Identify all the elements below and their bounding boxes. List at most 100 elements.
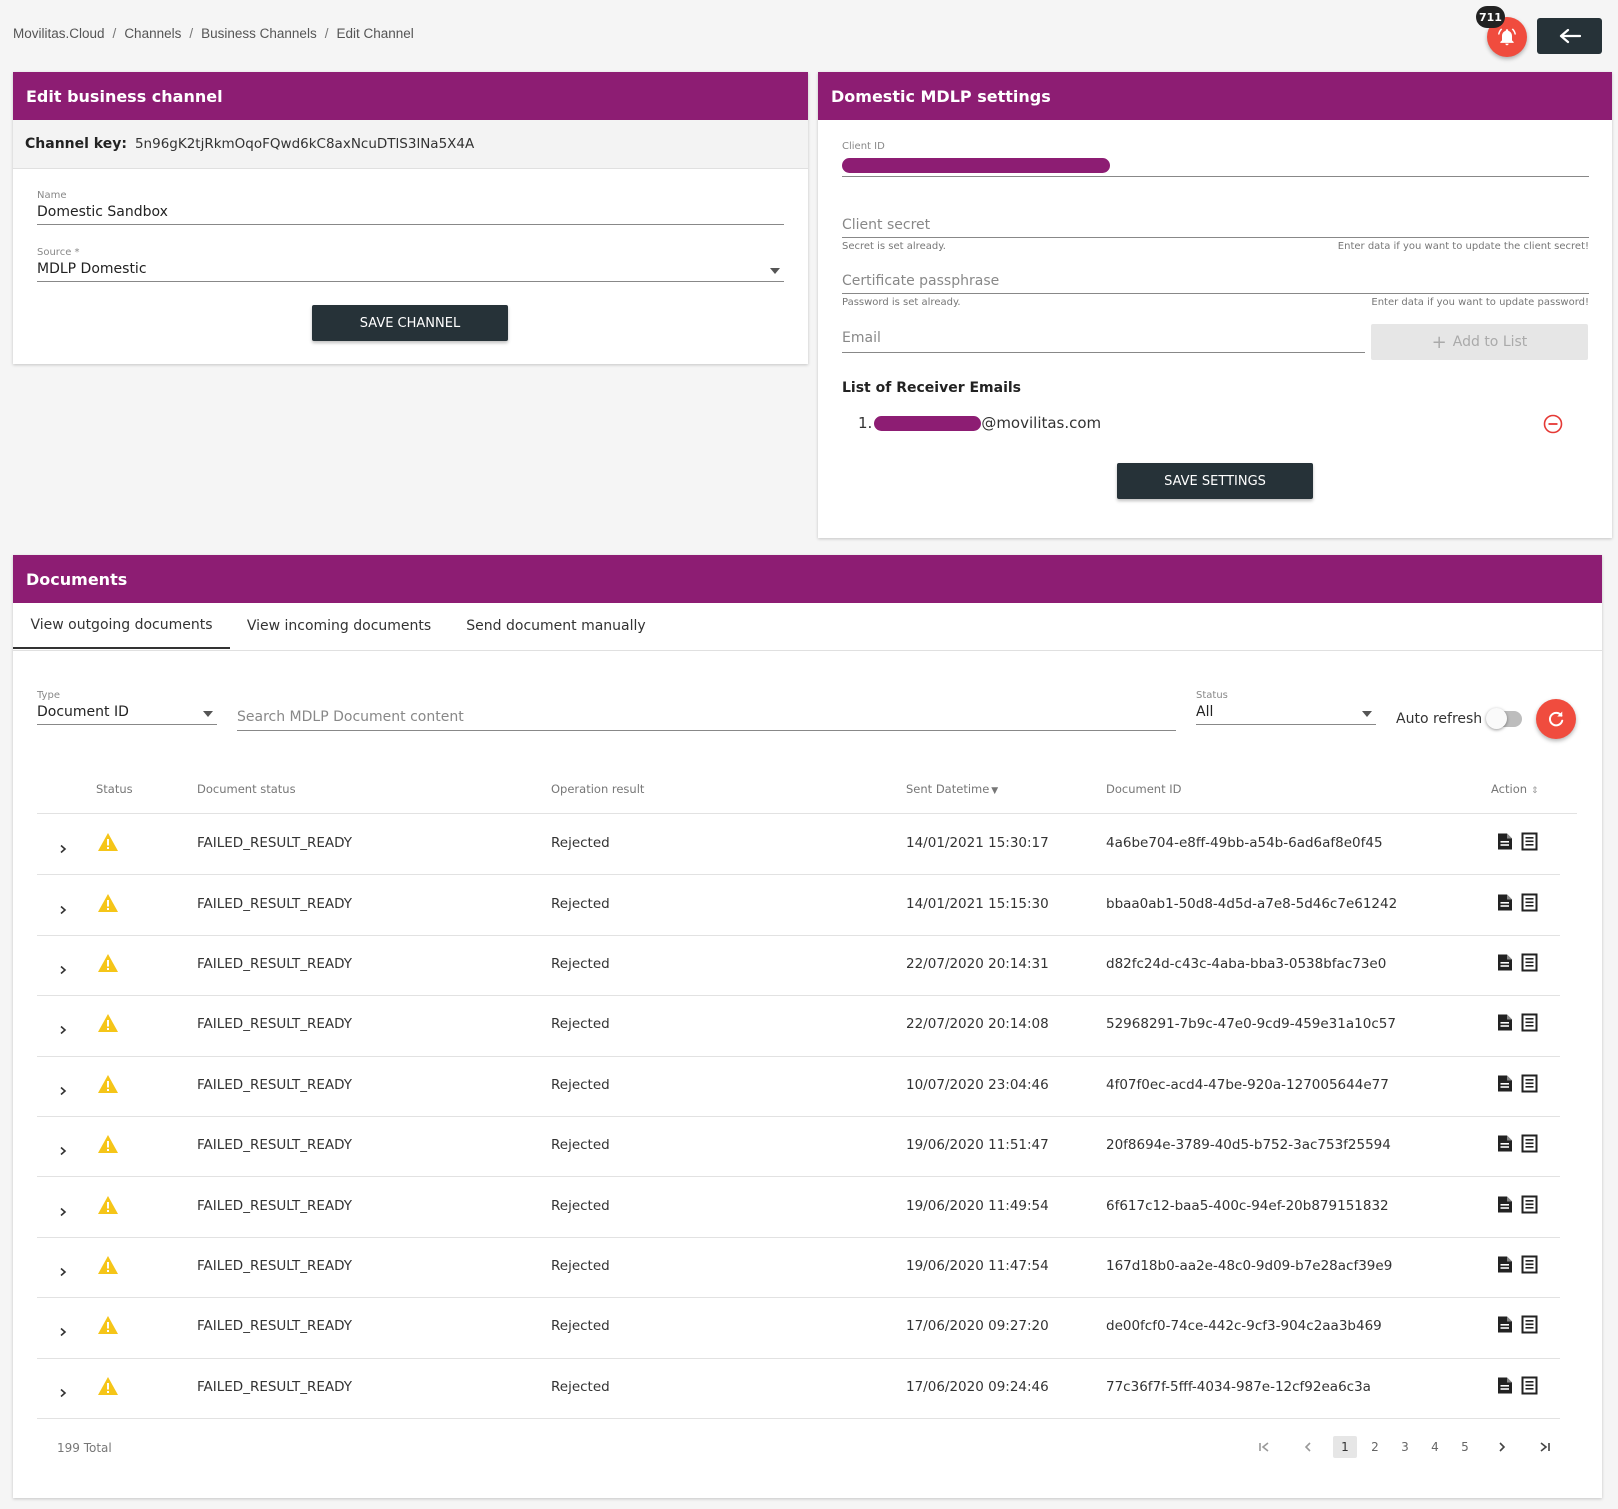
- chevron-right-icon[interactable]: [59, 1202, 67, 1216]
- document-status-cell: FAILED_RESULT_READY: [197, 1137, 353, 1154]
- sent-datetime-cell: 22/07/2020 20:14:08: [906, 1016, 1049, 1033]
- page-2[interactable]: 2: [1363, 1436, 1387, 1458]
- next-page-button[interactable]: [1490, 1436, 1514, 1458]
- client-id-input[interactable]: [842, 152, 1589, 177]
- back-button[interactable]: [1537, 18, 1602, 54]
- column-document-id[interactable]: Document ID: [1106, 782, 1181, 796]
- receiver-emails-title: List of Receiver Emails: [842, 380, 1021, 396]
- receipt-icon[interactable]: [1521, 953, 1538, 972]
- column-action[interactable]: Action ⇕: [1491, 782, 1539, 796]
- receipt-icon[interactable]: [1521, 1134, 1538, 1153]
- document-icon[interactable]: [1497, 1255, 1513, 1274]
- email-input[interactable]: Email: [842, 328, 1365, 353]
- document-icon[interactable]: [1497, 953, 1513, 972]
- warning-icon: [97, 893, 119, 913]
- status-filter[interactable]: Status All: [1196, 690, 1376, 725]
- type-select[interactable]: Document ID: [37, 701, 217, 725]
- client-id-field[interactable]: Client ID: [842, 141, 1589, 183]
- type-filter[interactable]: Type Document ID: [37, 690, 217, 725]
- document-icon[interactable]: [1497, 1195, 1513, 1214]
- document-icon[interactable]: [1497, 1315, 1513, 1334]
- receipt-icon[interactable]: [1521, 1376, 1538, 1395]
- document-icon[interactable]: [1497, 1074, 1513, 1093]
- breadcrumb-movilitas[interactable]: Movilitas.Cloud: [13, 26, 105, 41]
- page-1[interactable]: 1: [1333, 1436, 1357, 1458]
- operation-result-cell: Rejected: [551, 1378, 610, 1395]
- receipt-icon[interactable]: [1521, 1315, 1538, 1334]
- table-header-divider: [37, 813, 1577, 814]
- column-operation-result[interactable]: Operation result: [551, 782, 644, 796]
- notifications-button[interactable]: 711: [1476, 6, 1529, 59]
- document-id-cell: de00fcf0-74ce-442c-9cf3-904c2aa3b469: [1106, 1318, 1382, 1335]
- source-select[interactable]: MDLP Domestic: [37, 258, 784, 282]
- column-document-status[interactable]: Document status: [197, 782, 296, 796]
- client-secret-field[interactable]: Client secret Secret is set already. Ent…: [842, 215, 1589, 252]
- page-5[interactable]: 5: [1453, 1436, 1477, 1458]
- chevron-right-icon[interactable]: [59, 1020, 67, 1035]
- breadcrumb-separator: /: [189, 26, 194, 41]
- receipt-icon[interactable]: [1521, 1074, 1538, 1093]
- edit-channel-card: Edit business channel Channel key: 5n96g…: [13, 72, 808, 364]
- tab-send-document-manually[interactable]: Send document manually: [458, 603, 654, 649]
- chevron-left-icon: [1304, 1442, 1311, 1452]
- sent-datetime-cell: 14/01/2021 15:30:17: [906, 835, 1049, 852]
- first-page-icon: [1259, 1442, 1269, 1452]
- chevron-right-icon[interactable]: [59, 1141, 67, 1156]
- document-id-cell: 6f617c12-baa5-400c-94ef-20b879151832: [1106, 1197, 1389, 1214]
- document-icon[interactable]: [1497, 1134, 1513, 1153]
- sort-icon: ⇕: [1531, 786, 1539, 796]
- document-icon[interactable]: [1497, 1376, 1513, 1395]
- receipt-icon[interactable]: [1521, 1255, 1538, 1274]
- chevron-right-icon[interactable]: [59, 1322, 67, 1337]
- chevron-right-icon[interactable]: [59, 900, 67, 914]
- chevron-right-icon[interactable]: [59, 960, 67, 975]
- name-input[interactable]: Domestic Sandbox: [37, 201, 784, 225]
- page-4[interactable]: 4: [1423, 1436, 1447, 1458]
- chevron-right-icon[interactable]: [59, 1262, 67, 1277]
- receipt-icon[interactable]: [1521, 1013, 1538, 1032]
- arrow-left-icon: [1559, 28, 1581, 44]
- status-select[interactable]: All: [1196, 701, 1376, 725]
- chevron-right-icon[interactable]: [59, 1081, 67, 1095]
- receipt-icon[interactable]: [1521, 893, 1538, 912]
- warning-icon: [97, 1134, 119, 1154]
- document-icon[interactable]: [1497, 832, 1513, 851]
- last-page-button[interactable]: [1533, 1436, 1557, 1458]
- search-document-input[interactable]: Search MDLP Document content: [237, 707, 1176, 731]
- minus-circle-icon[interactable]: [1543, 414, 1563, 434]
- auto-refresh-toggle[interactable]: [1486, 708, 1522, 729]
- operation-result-cell: Rejected: [551, 1137, 610, 1154]
- receipt-icon[interactable]: [1521, 1195, 1538, 1214]
- save-settings-button[interactable]: SAVE SETTINGS: [1117, 463, 1313, 499]
- column-action-label: Action: [1491, 782, 1528, 796]
- cert-passphrase-input[interactable]: Certificate passphrase: [842, 271, 1589, 294]
- name-label: Name: [37, 190, 67, 201]
- source-field[interactable]: Source * MDLP Domestic: [37, 247, 784, 289]
- column-status[interactable]: Status: [96, 782, 133, 796]
- refresh-icon: [1548, 711, 1564, 727]
- tabs-divider: [13, 650, 1602, 651]
- first-page-button[interactable]: [1252, 1436, 1276, 1458]
- receipt-icon[interactable]: [1521, 832, 1538, 851]
- breadcrumb-business-channels[interactable]: Business Channels: [201, 26, 317, 41]
- chevron-right-icon[interactable]: [59, 1383, 67, 1397]
- chevron-right-icon[interactable]: [59, 839, 67, 854]
- page-3[interactable]: 3: [1393, 1436, 1417, 1458]
- tab-outgoing-documents[interactable]: View outgoing documents: [13, 603, 230, 649]
- document-icon[interactable]: [1497, 893, 1513, 912]
- tab-incoming-documents[interactable]: View incoming documents: [240, 603, 438, 649]
- document-icon[interactable]: [1497, 1013, 1513, 1032]
- save-channel-button[interactable]: SAVE CHANNEL: [312, 305, 508, 341]
- row-divider: [37, 1418, 1560, 1419]
- caret-down-icon: [770, 268, 780, 274]
- prev-page-button[interactable]: [1296, 1436, 1320, 1458]
- column-sent-datetime[interactable]: Sent Datetime ▼: [906, 782, 998, 796]
- channel-key-row: Channel key: 5n96gK2tjRkmOqoFQwd6kC8axNc…: [13, 120, 808, 169]
- breadcrumb-channels[interactable]: Channels: [124, 26, 181, 41]
- name-field[interactable]: Name Domestic Sandbox: [37, 190, 784, 232]
- refresh-button[interactable]: [1536, 699, 1576, 739]
- row-divider: [37, 1116, 1560, 1117]
- client-secret-input[interactable]: Client secret: [842, 215, 1589, 238]
- cert-passphrase-field[interactable]: Certificate passphrase Password is set a…: [842, 271, 1589, 308]
- add-to-list-button[interactable]: + Add to List: [1371, 324, 1588, 360]
